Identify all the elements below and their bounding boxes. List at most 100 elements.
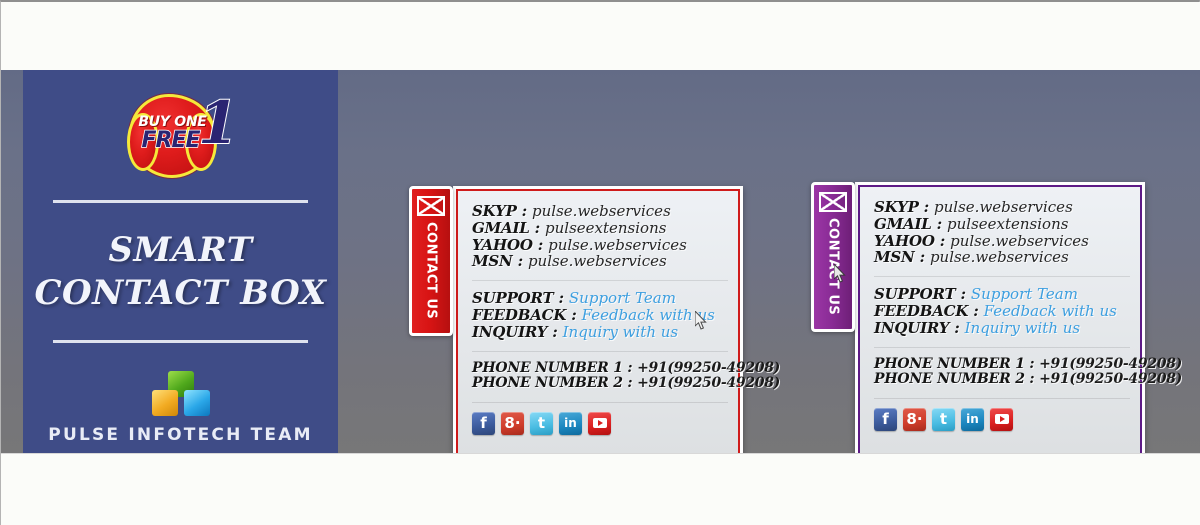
phone-value: +91(99250-49208) — [637, 375, 780, 392]
social-links-purple: f 8· t in — [874, 407, 1130, 431]
feedback-link[interactable]: Feedback with us — [984, 302, 1117, 320]
contact-label: SKYP — [874, 198, 919, 216]
panel-divider-1 — [472, 280, 728, 282]
google-plus-glyph: 8· — [504, 414, 521, 433]
support-links-group-red: SUPPORT : Support Team FEEDBACK : Feedba… — [472, 290, 728, 340]
phone-label: PHONE NUMBER 1 — [874, 355, 1025, 372]
cube-blue — [183, 390, 210, 416]
contact-label: MSN — [874, 248, 915, 267]
contact-row-gmail: GMAIL : pulseextensions — [472, 218, 667, 237]
phone-value: +91(99250-49208) — [1039, 355, 1182, 372]
linkedin-icon[interactable]: in — [559, 411, 582, 435]
support-team-link[interactable]: Support Team — [971, 285, 1078, 303]
contact-handles-group-red: SKYP : pulse.webservices GMAIL : pulseex… — [472, 203, 728, 270]
link-row-inquiry: INQUIRY : Inquiry with us — [874, 318, 1081, 337]
contact-value: pulse.webservices — [929, 248, 1069, 267]
contact-panel-purple: SKYP : pulse.webservices GMAIL : pulseex… — [855, 182, 1182, 453]
contact-us-tab-red[interactable]: CONTACT US — [409, 186, 453, 336]
link-label: FEEDBACK — [472, 305, 567, 324]
link-row-support: SUPPORT : Support Team — [874, 285, 1078, 304]
contact-row-yahoo: YAHOO : pulse.webservices — [472, 235, 687, 254]
contact-label: SKYP — [472, 202, 517, 220]
page-title-line-2: CONTACT BOX — [34, 272, 327, 313]
panel-divider-2 — [874, 346, 1130, 348]
contact-value: pulse.webservices — [527, 252, 667, 271]
link-row-feedback: FEEDBACK : Feedback with us — [472, 305, 715, 324]
link-row-feedback: FEEDBACK : Feedback with us — [874, 301, 1117, 320]
panel-divider-2 — [472, 350, 728, 352]
page-title-line-1: SMART — [108, 230, 253, 270]
contact-row-msn: MSN : pulse.webservices — [472, 252, 667, 271]
envelope-icon — [819, 192, 847, 212]
contact-row-skyp: SKYP : pulse.webservices — [472, 202, 671, 220]
contact-value: pulse.webservices — [950, 231, 1089, 250]
linkedin-icon[interactable]: in — [961, 407, 984, 431]
google-plus-icon[interactable]: 8· — [903, 407, 926, 431]
facebook-glyph: f — [480, 414, 487, 433]
inquiry-link[interactable]: Inquiry with us — [965, 319, 1081, 337]
contact-value: pulseextensions — [947, 214, 1069, 233]
page-viewport: BUY ONE FREE 1 SMART CONTACT BOX PULSE I… — [1, 70, 1200, 453]
contact-us-tab-purple[interactable]: CONTACT US — [811, 182, 855, 332]
contact-panel-red: SKYP : pulse.webservices GMAIL : pulseex… — [453, 186, 780, 453]
phone-group-red: PHONE NUMBER 1 : +91(99250-49208) PHONE … — [472, 359, 780, 392]
contact-us-tab-label: CONTACT US — [825, 218, 841, 316]
contact-row-skyp: SKYP : pulse.webservices — [874, 198, 1073, 216]
contact-label: MSN — [472, 252, 513, 271]
contact-row-msn: MSN : pulse.webservices — [874, 248, 1069, 267]
phone-value: +91(99250-49208) — [637, 359, 780, 376]
phone-row-1: PHONE NUMBER 1 : +91(99250-49208) — [874, 355, 1182, 372]
brand-name: PULSE INFOTECH TEAM — [48, 425, 313, 445]
youtube-icon[interactable] — [990, 407, 1013, 431]
contact-label: GMAIL — [472, 218, 530, 237]
facebook-glyph: f — [882, 410, 889, 429]
facebook-icon[interactable]: f — [874, 407, 897, 431]
contact-panel-inner-purple: SKYP : pulse.webservices GMAIL : pulseex… — [858, 185, 1182, 453]
panel-divider-3 — [472, 401, 728, 403]
promo-sidebar: BUY ONE FREE 1 SMART CONTACT BOX PULSE I… — [23, 70, 338, 453]
link-label: INQUIRY — [472, 322, 548, 341]
panel-divider-3 — [874, 397, 1130, 399]
inquiry-link[interactable]: Inquiry with us — [563, 323, 679, 341]
sidebar-divider-bottom — [53, 340, 308, 343]
phone-label: PHONE NUMBER 2 — [874, 371, 1025, 388]
contact-row-yahoo: YAHOO : pulse.webservices — [874, 231, 1089, 250]
support-team-link[interactable]: Support Team — [569, 289, 676, 307]
google-plus-glyph: 8· — [906, 410, 923, 429]
contact-panel-inner-red: SKYP : pulse.webservices GMAIL : pulseex… — [456, 189, 780, 453]
cube-yellow — [151, 390, 178, 416]
contact-label: YAHOO — [874, 231, 935, 250]
phone-group-purple: PHONE NUMBER 1 : +91(99250-49208) PHONE … — [874, 355, 1182, 388]
link-row-inquiry: INQUIRY : Inquiry with us — [472, 322, 679, 341]
sidebar-divider-top — [53, 200, 308, 203]
contact-value: pulse.webservices — [548, 235, 687, 254]
contact-row-gmail: GMAIL : pulseextensions — [874, 214, 1069, 233]
brand-block: PULSE INFOTECH TEAM — [48, 371, 312, 445]
feedback-link[interactable]: Feedback with us — [582, 306, 715, 324]
support-links-group-purple: SUPPORT : Support Team FEEDBACK : Feedba… — [874, 286, 1130, 336]
twitter-glyph: t — [537, 414, 546, 433]
link-label: FEEDBACK — [874, 301, 969, 320]
phone-row-2: PHONE NUMBER 2 : +91(99250-49208) — [874, 371, 1182, 388]
twitter-icon[interactable]: t — [932, 407, 955, 431]
youtube-icon[interactable] — [588, 411, 611, 435]
contact-handles-group-purple: SKYP : pulse.webservices GMAIL : pulseex… — [874, 199, 1130, 266]
contact-value: pulseextensions — [545, 218, 667, 237]
phone-label: PHONE NUMBER 1 — [472, 359, 623, 376]
phone-label: PHONE NUMBER 2 — [472, 375, 623, 392]
contact-label: YAHOO — [472, 235, 533, 254]
facebook-icon[interactable]: f — [472, 411, 495, 435]
google-plus-icon[interactable]: 8· — [501, 411, 524, 435]
page-top-blank-area — [1, 2, 1200, 70]
page-title: SMART CONTACT BOX — [34, 229, 326, 314]
phone-row-2: PHONE NUMBER 2 : +91(99250-49208) — [472, 375, 780, 392]
cubes-icon — [150, 371, 212, 417]
page-root: BUY ONE FREE 1 SMART CONTACT BOX PULSE I… — [0, 0, 1200, 525]
twitter-icon[interactable]: t — [530, 411, 553, 435]
envelope-icon — [417, 196, 445, 216]
twitter-glyph: t — [939, 410, 948, 429]
page-bottom-blank-area — [1, 453, 1200, 525]
link-label: INQUIRY — [874, 318, 950, 337]
badge-numeral-one: 1 — [197, 89, 239, 157]
link-label: SUPPORT — [472, 289, 554, 308]
